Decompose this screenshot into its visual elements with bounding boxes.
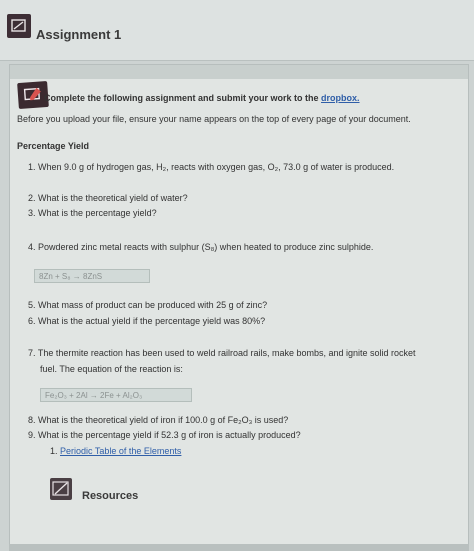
equation-thermite: Fe₂O₃ + 2Al → 2Fe + Al₂O₃: [40, 388, 192, 402]
question-1: 1. When 9.0 g of hydrogen gas, H₂, react…: [28, 162, 395, 172]
question-7-line-2: fuel. The equation of the reaction is:: [40, 364, 183, 374]
question-2: 2. What is the theoretical yield of wate…: [28, 193, 188, 203]
panel-header-strip: [10, 65, 468, 79]
question-9: 9. What is the percentage yield if 52.3 …: [28, 430, 301, 440]
panel-bottom-edge: [9, 544, 469, 551]
periodic-table-link[interactable]: Periodic Table of the Elements: [60, 446, 181, 456]
question-6: 6. What is the actual yield if the perce…: [28, 316, 266, 326]
periodic-table-item: 1. Periodic Table of the Elements: [50, 446, 181, 457]
instruction-prefix: Complete the following assignment and su…: [44, 93, 322, 103]
question-5: 5. What mass of product can be produced …: [28, 300, 268, 310]
section-title: Percentage Yield: [17, 141, 90, 151]
question-8: 8. What is the theoretical yield of iron…: [28, 415, 289, 425]
resources-icon: [50, 478, 72, 500]
dropbox-link[interactable]: dropbox.: [321, 93, 360, 103]
periodic-table-number: 1.: [50, 446, 61, 456]
instruction-text: Complete the following assignment and su…: [44, 93, 360, 104]
assignment-header: Assignment 1: [0, 0, 474, 61]
question-4: 4. Powdered zinc metal reacts with sulph…: [28, 242, 374, 252]
page-title: Assignment 1: [36, 27, 122, 42]
question-7-line-1: 7. The thermite reaction has been used t…: [28, 348, 416, 358]
resources-heading[interactable]: Resources: [82, 490, 138, 502]
equation-zinc-sulphide: 8Zn + S₈ → 8ZnS: [34, 269, 150, 283]
assignment-icon: [7, 14, 31, 38]
upload-note: Before you upload your file, ensure your…: [17, 114, 411, 124]
question-3: 3. What is the percentage yield?: [28, 208, 157, 218]
